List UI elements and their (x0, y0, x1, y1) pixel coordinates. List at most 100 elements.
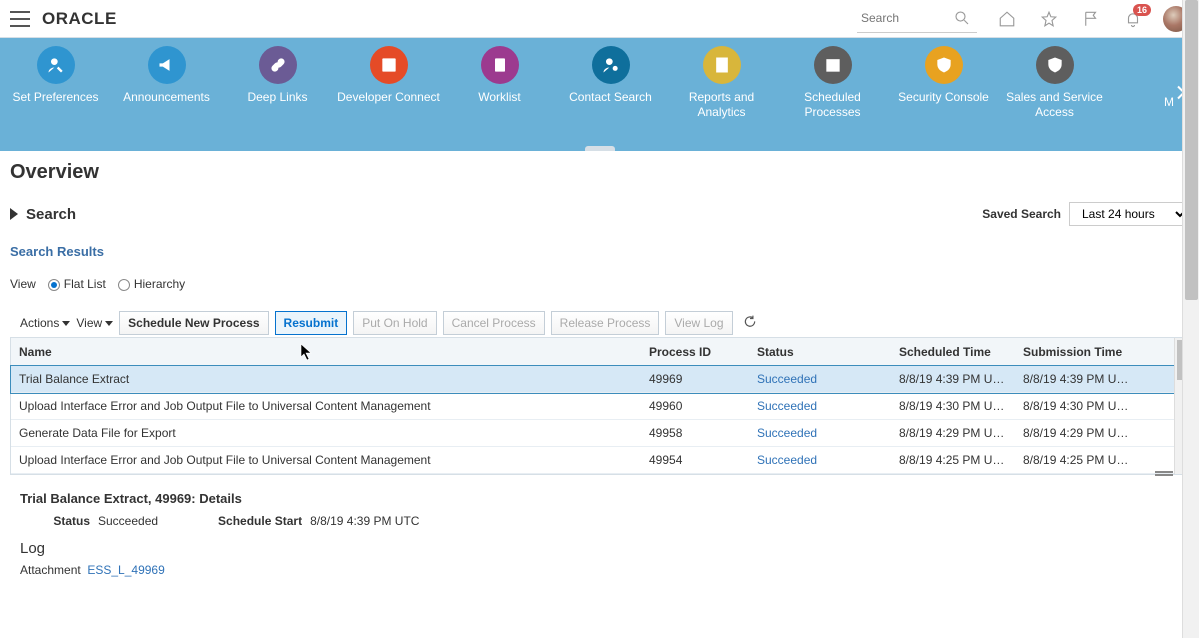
table-row[interactable]: Upload Interface Error and Job Output Fi… (11, 447, 1188, 474)
global-search[interactable] (857, 4, 977, 33)
springboard-item[interactable]: Sales and Service Access (999, 46, 1110, 120)
hamburger-icon[interactable] (10, 11, 30, 27)
release-process-button[interactable]: Release Process (551, 311, 660, 335)
megaphone-icon (148, 46, 186, 84)
view-log-button[interactable]: View Log (665, 311, 732, 335)
global-header: ORACLE 16 (0, 0, 1199, 38)
actions-menu[interactable]: Actions (20, 316, 70, 330)
refresh-icon[interactable] (743, 315, 757, 332)
page-title: Overview (10, 161, 1189, 184)
cell-submission-time: 8/8/19 4:39 PM UTC (1015, 372, 1139, 386)
details-status-value: Succeeded (98, 514, 158, 528)
springboard-overflow-label: M (1164, 95, 1174, 109)
cell-scheduled-time: 8/8/19 4:25 PM UTC (891, 453, 1015, 467)
details-panel: Trial Balance Extract, 49969: Details St… (10, 491, 1189, 577)
bell-icon[interactable]: 16 (1121, 7, 1145, 31)
cell-submission-time: 8/8/19 4:30 PM UTC (1015, 399, 1139, 413)
report-icon (703, 46, 741, 84)
shield-check-icon (1036, 46, 1074, 84)
search-panel-toggle[interactable]: Search (10, 206, 76, 223)
search-input[interactable] (861, 11, 951, 25)
springboard-item-label: Scheduled Processes (777, 90, 888, 120)
springboard-item[interactable]: Announcements (111, 46, 222, 120)
disclosure-arrow-icon (10, 208, 18, 220)
flag-icon[interactable] (1079, 7, 1103, 31)
cell-scheduled-time: 8/8/19 4:29 PM UTC (891, 426, 1015, 440)
saved-search-select[interactable]: Last 24 hours (1069, 202, 1189, 226)
cell-process-id: 49954 (641, 453, 749, 467)
col-name[interactable]: Name (11, 345, 641, 359)
attachment-link[interactable]: ESS_L_49969 (87, 563, 164, 577)
cancel-process-button[interactable]: Cancel Process (443, 311, 545, 335)
attachment-label: Attachment (20, 563, 81, 577)
springboard-item-label: Worklist (444, 90, 555, 105)
details-start-value: 8/8/19 4:39 PM UTC (310, 514, 419, 528)
schedule-new-process-button[interactable]: Schedule New Process (119, 311, 268, 335)
cell-process-id: 49960 (641, 399, 749, 413)
springboard-item-label: Security Console (888, 90, 999, 105)
details-start-label: Schedule Start (218, 514, 302, 528)
springboard-item[interactable]: Set Preferences (0, 46, 111, 120)
cell-status-link[interactable]: Succeeded (757, 372, 817, 386)
log-heading: Log (20, 540, 1179, 557)
col-scheduled-time[interactable]: Scheduled Time (891, 345, 1015, 359)
calendar-icon (814, 46, 852, 84)
shield-star-icon (925, 46, 963, 84)
clipboard-check-icon (481, 46, 519, 84)
newspaper-icon (370, 46, 408, 84)
page-scrollbar[interactable] (1182, 0, 1199, 638)
cell-status-link[interactable]: Succeeded (757, 399, 817, 413)
springboard-item-label: Reports and Analytics (666, 90, 777, 120)
springboard-item[interactable]: Developer Connect (333, 46, 444, 120)
table-row[interactable]: Generate Data File for Export49958Succee… (11, 420, 1188, 447)
content-area: Overview Search Saved Search Last 24 hou… (0, 151, 1199, 638)
cell-process-id: 49958 (641, 426, 749, 440)
cell-name: Upload Interface Error and Job Output Fi… (11, 399, 641, 413)
col-submission-time[interactable]: Submission Time (1015, 345, 1139, 359)
springboard-item-label: Announcements (111, 90, 222, 105)
springboard: Set PreferencesAnnouncementsDeep LinksDe… (0, 38, 1199, 151)
springboard-item-label: Developer Connect (333, 90, 444, 105)
resubmit-button[interactable]: Resubmit (275, 311, 348, 335)
springboard-item[interactable]: Security Console (888, 46, 999, 120)
springboard-item[interactable]: Deep Links (222, 46, 333, 120)
col-process-id[interactable]: Process ID (641, 345, 749, 359)
search-panel-label: Search (26, 206, 76, 223)
cell-submission-time: 8/8/19 4:29 PM UTC (1015, 426, 1139, 440)
details-status-label: Status (20, 514, 90, 528)
view-label: View (10, 277, 36, 291)
home-icon[interactable] (995, 7, 1019, 31)
cell-process-id: 49969 (641, 372, 749, 386)
view-menu[interactable]: View (76, 316, 113, 330)
cell-scheduled-time: 8/8/19 4:30 PM UTC (891, 399, 1015, 413)
put-on-hold-button[interactable]: Put On Hold (353, 311, 436, 335)
results-table: Name Process ID Status Scheduled Time Su… (10, 337, 1189, 475)
notification-badge: 16 (1133, 4, 1151, 16)
cell-name: Upload Interface Error and Job Output Fi… (11, 453, 641, 467)
springboard-item[interactable]: Contact Search (555, 46, 666, 120)
saved-search-group: Saved Search Last 24 hours (982, 202, 1189, 226)
springboard-item[interactable]: Worklist (444, 46, 555, 120)
user-search-icon (592, 46, 630, 84)
springboard-item[interactable]: Reports and Analytics (666, 46, 777, 120)
table-header: Name Process ID Status Scheduled Time Su… (11, 338, 1188, 366)
table-row[interactable]: Trial Balance Extract49969Succeeded8/8/1… (11, 366, 1188, 393)
results-toolbar: Actions View Schedule New Process Resubm… (10, 311, 1189, 335)
springboard-item[interactable]: Scheduled Processes (777, 46, 888, 120)
flat-list-radio[interactable]: Flat List (48, 277, 106, 291)
star-icon[interactable] (1037, 7, 1061, 31)
search-icon[interactable] (951, 6, 973, 30)
table-row[interactable]: Upload Interface Error and Job Output Fi… (11, 393, 1188, 420)
brand-logo: ORACLE (42, 9, 117, 29)
link-icon (259, 46, 297, 84)
view-mode-row: View Flat List Hierarchy (10, 277, 1189, 291)
springboard-item-label: Sales and Service Access (999, 90, 1110, 120)
cell-scheduled-time: 8/8/19 4:39 PM UTC (891, 372, 1015, 386)
cell-status-link[interactable]: Succeeded (757, 453, 817, 467)
cell-status-link[interactable]: Succeeded (757, 426, 817, 440)
col-status[interactable]: Status (749, 345, 891, 359)
hierarchy-radio[interactable]: Hierarchy (118, 277, 185, 291)
table-resize-handle[interactable] (1152, 466, 1176, 478)
details-title: Trial Balance Extract, 49969: Details (20, 491, 1179, 506)
saved-search-label: Saved Search (982, 207, 1061, 221)
